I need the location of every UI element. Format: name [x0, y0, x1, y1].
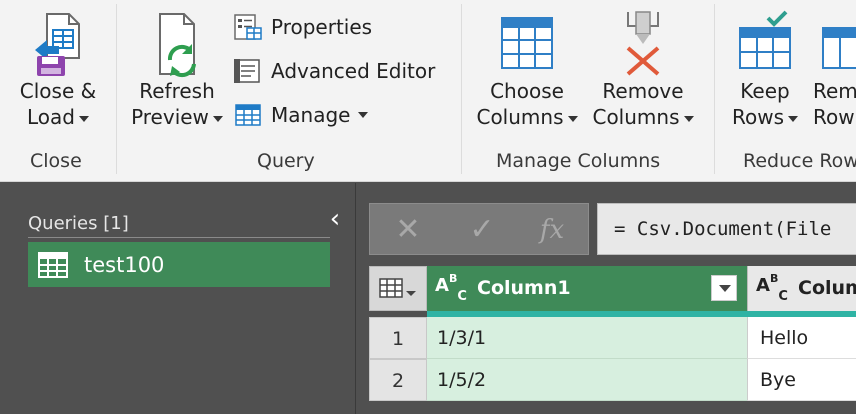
row-number[interactable]: 1	[369, 317, 427, 359]
remove-rows-label-line2: Row	[813, 105, 855, 129]
properties-icon	[233, 14, 263, 40]
ribbon-group-query: Refresh Preview Properties Advanced Edit…	[117, 0, 461, 181]
manage-button[interactable]: Manage	[233, 98, 369, 132]
formula-bar-buttons: ✕ ✓ fx	[369, 203, 589, 255]
choose-columns-icon	[496, 10, 558, 78]
group-label-close: Close	[30, 150, 82, 172]
ribbon-group-close: Close & Load Close	[0, 0, 116, 181]
ribbon: Close & Load Close Refresh Preview Prope…	[0, 0, 856, 182]
table-cell[interactable]: Hello	[747, 317, 856, 359]
text-type-icon[interactable]: ABC	[435, 272, 467, 304]
remove-rows-icon	[813, 10, 856, 78]
queries-divider	[28, 237, 330, 238]
column-name: Column1	[477, 277, 571, 299]
refresh-preview-icon	[146, 10, 208, 78]
group-label-manage-columns: Manage Columns	[496, 150, 661, 172]
data-grid: ABC Column1 ABC Colum 1 1/3/1 Hello 2 1/…	[369, 266, 856, 414]
properties-button[interactable]: Properties	[233, 10, 372, 44]
remove-columns-button[interactable]: Remove Columns	[588, 10, 698, 130]
chevron-down-icon	[683, 115, 694, 122]
chevron-down-icon	[212, 115, 223, 122]
choose-columns-label-line2: Columns	[476, 105, 564, 129]
row-number[interactable]: 2	[369, 359, 427, 401]
ribbon-group-reduce-rows: Keep Rows Rem Row Reduce Row	[715, 0, 856, 181]
remove-rows-button[interactable]: Rem Row	[813, 10, 856, 130]
keep-rows-label-line1: Keep	[740, 79, 790, 103]
queries-pane: Queries [1] ‹ test100	[0, 183, 356, 414]
column-name: Colum	[798, 277, 856, 299]
refresh-preview-button[interactable]: Refresh Preview	[127, 10, 227, 130]
group-label-reduce-rows: Reduce Row	[743, 150, 856, 172]
table-cell[interactable]: 1/5/2	[427, 359, 747, 401]
cancel-icon[interactable]: ✕	[382, 210, 434, 250]
advanced-editor-label: Advanced Editor	[271, 59, 436, 83]
chevron-down-icon	[358, 112, 369, 118]
column-header-column1[interactable]: ABC Column1	[427, 266, 747, 311]
keep-rows-label-line2: Rows	[731, 105, 784, 129]
query-item-label: test100	[84, 252, 165, 277]
main-area: ✕ ✓ fx = Csv.Document(File ABC Column1 A…	[357, 183, 856, 414]
group-label-query: Query	[257, 150, 315, 172]
close-load-icon	[27, 10, 89, 78]
formula-input[interactable]: = Csv.Document(File	[597, 203, 856, 255]
refresh-preview-label-line1: Refresh	[139, 79, 215, 103]
queries-title: Queries [1]	[28, 213, 129, 234]
remove-rows-label-line1: Rem	[813, 79, 856, 103]
filter-dropdown-icon[interactable]	[711, 275, 737, 301]
table-icon	[38, 251, 68, 278]
chevron-down-icon	[567, 115, 578, 122]
choose-columns-button[interactable]: Choose Columns	[474, 10, 580, 130]
query-item-test100[interactable]: test100	[28, 242, 330, 287]
close-load-label-line1: Close &	[19, 79, 97, 103]
close-load-label-line2: Load	[27, 105, 75, 129]
column-header-column2[interactable]: ABC Colum	[747, 266, 856, 311]
choose-columns-label-line1: Choose	[490, 79, 564, 103]
table-menu-icon	[379, 278, 416, 298]
fx-icon[interactable]: fx	[526, 210, 578, 250]
close-load-button[interactable]: Close & Load	[10, 10, 106, 130]
manage-label: Manage	[271, 103, 351, 127]
table-row: 1 1/3/1 Hello	[369, 317, 856, 359]
text-type-icon[interactable]: ABC	[756, 272, 788, 304]
table-cell[interactable]: 1/3/1	[427, 317, 747, 359]
commit-icon[interactable]: ✓	[456, 210, 508, 250]
table-menu-button[interactable]	[369, 266, 427, 311]
remove-columns-label-line2: Columns	[592, 105, 680, 129]
table-icon	[233, 102, 263, 128]
chevron-down-icon	[78, 115, 89, 122]
properties-label: Properties	[271, 15, 373, 39]
keep-rows-icon	[734, 10, 796, 78]
remove-columns-icon	[612, 10, 674, 78]
advanced-editor-icon	[233, 58, 263, 84]
chevron-down-icon	[788, 115, 798, 122]
advanced-editor-button[interactable]: Advanced Editor	[233, 54, 435, 88]
keep-rows-button[interactable]: Keep Rows	[727, 10, 803, 130]
table-row: 2 1/5/2 Bye	[369, 359, 856, 401]
refresh-preview-label-line2: Preview	[131, 105, 209, 129]
collapse-pane-icon[interactable]: ‹	[322, 205, 348, 233]
table-cell[interactable]: Bye	[747, 359, 856, 401]
ribbon-group-manage-columns: Choose Columns Remove Columns Manage Col…	[462, 0, 714, 181]
remove-columns-label-line1: Remove	[602, 79, 684, 103]
